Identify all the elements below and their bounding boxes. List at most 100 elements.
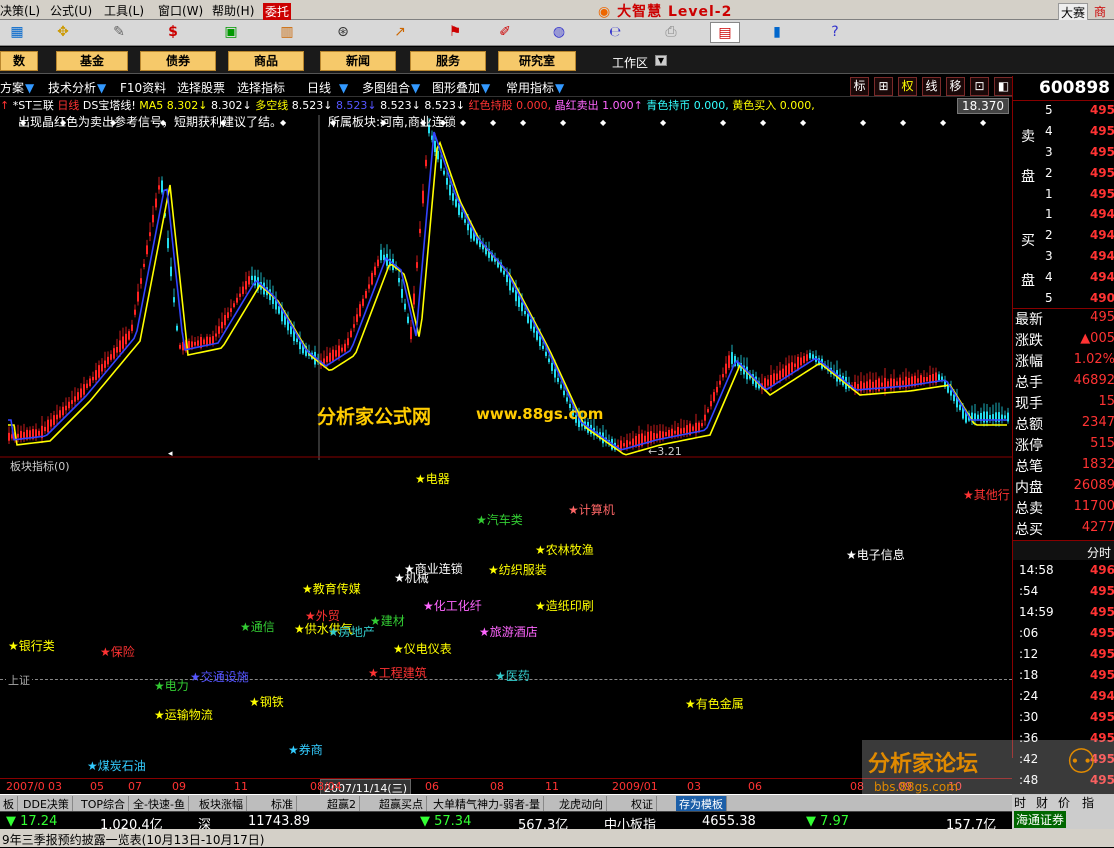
template-tab[interactable]: 权证: [628, 796, 657, 811]
side-button-time[interactable]: 时: [1014, 794, 1026, 811]
template-tab[interactable]: 超赢2: [324, 796, 360, 811]
sector-item[interactable]: ★农林牧渔: [535, 541, 594, 558]
func-multi-chart[interactable]: 多图组合▼: [362, 79, 420, 96]
books-icon[interactable]: ▮: [762, 22, 792, 43]
layout-icon[interactable]: ▤: [710, 22, 740, 43]
e-icon[interactable]: ℮: [600, 22, 630, 43]
template-tab[interactable]: 超赢买点: [376, 796, 427, 811]
side-button-finance[interactable]: 财: [1036, 794, 1048, 811]
nav-button-data[interactable]: 数: [0, 51, 38, 71]
sector-item[interactable]: ★电力: [154, 677, 189, 694]
sector-item[interactable]: ★钢铁: [249, 693, 284, 710]
view-button-rights[interactable]: 权: [898, 77, 917, 96]
sector-item[interactable]: ★银行类: [8, 637, 55, 654]
stocks-icon[interactable]: ▣: [216, 22, 246, 43]
side-button-index[interactable]: 指: [1082, 794, 1094, 811]
nav-button-fund[interactable]: 基金: [56, 51, 128, 71]
sector-item[interactable]: ★煤炭石油: [87, 757, 146, 774]
nav-button-service[interactable]: 服务: [410, 51, 486, 71]
star-icon: ★: [368, 666, 379, 680]
news-ticker-text[interactable]: 9年三季报预约披露一览表(10月13日-10月17日): [2, 831, 264, 848]
func-common-indicator[interactable]: 常用指标▼: [506, 79, 564, 96]
view-button-move[interactable]: 移: [946, 77, 965, 96]
sector-item[interactable]: ★造纸印刷: [535, 597, 594, 614]
view-button-restore[interactable]: ⊡: [970, 77, 989, 96]
sector-item[interactable]: ★纺织服装: [488, 561, 547, 578]
sector-item[interactable]: ★汽车类: [476, 511, 523, 528]
side-button-price[interactable]: 价: [1058, 794, 1070, 811]
template-tab[interactable]: DDE决策: [20, 796, 73, 811]
sector-item[interactable]: ★工程建筑: [368, 664, 427, 681]
nav-button-news[interactable]: 新闻: [320, 51, 396, 71]
menu-formula[interactable]: 公式(U): [50, 2, 92, 19]
sector-item[interactable]: ★机械: [394, 569, 429, 586]
func-select-indicator[interactable]: 选择指标: [237, 79, 285, 96]
nav-button-bond[interactable]: 债券: [140, 51, 216, 71]
sector-item[interactable]: ★其他行: [963, 486, 1010, 503]
view-button-panel[interactable]: ◧: [994, 77, 1013, 96]
help-icon[interactable]: ?: [820, 22, 850, 43]
menu-trade-commission[interactable]: 委托: [263, 3, 292, 20]
menu-tools[interactable]: 工具(L): [104, 2, 144, 19]
sector-item[interactable]: ★通信: [240, 618, 275, 635]
bars-icon[interactable]: ▥: [272, 22, 302, 43]
sector-item[interactable]: ★房地产: [328, 623, 375, 640]
index-value: ▼ 7.97: [806, 814, 850, 829]
binoculars-icon[interactable]: ⊛: [328, 22, 358, 43]
template-tab[interactable]: 全-快速-鱼: [130, 796, 189, 811]
func-daily[interactable]: 日线 ▼: [307, 79, 348, 96]
mall-link[interactable]: 商: [1094, 3, 1106, 20]
sector-item[interactable]: ★电子信息: [846, 546, 905, 563]
globe-icon[interactable]: ◍: [544, 22, 574, 43]
func-overlay[interactable]: 图形叠加▼: [432, 79, 490, 96]
chart-up-icon[interactable]: ↗: [385, 22, 415, 43]
menu-window[interactable]: 窗口(W): [158, 2, 203, 19]
func-f10[interactable]: F10资料: [120, 79, 166, 96]
sector-item[interactable]: ★运输物流: [154, 706, 213, 723]
template-tab[interactable]: 板: [0, 796, 18, 811]
sector-item[interactable]: ★电器: [415, 470, 450, 487]
template-tab[interactable]: 存为模板: [676, 796, 727, 811]
tick-row: :54 495: [1013, 581, 1114, 602]
sector-item[interactable]: ★券商: [288, 741, 323, 758]
sector-item[interactable]: ★交通设施: [190, 668, 249, 685]
workarea-dropdown-icon[interactable]: ▼: [655, 55, 667, 66]
sector-name: 教育传媒: [312, 582, 361, 596]
func-scheme[interactable]: 方案▼: [0, 79, 34, 96]
sector-item[interactable]: ★医药: [495, 667, 530, 684]
view-button-grid[interactable]: ⊞: [874, 77, 893, 96]
nav-button-commodity[interactable]: 商品: [228, 51, 304, 71]
sector-item[interactable]: ★仪电仪表: [393, 640, 452, 657]
template-tab[interactable]: TOP综合: [78, 796, 130, 811]
sector-item[interactable]: ★教育传媒: [302, 580, 361, 597]
template-tab[interactable]: 板块涨幅: [196, 796, 247, 811]
star-icon: ★: [87, 759, 98, 773]
sector-item[interactable]: ★有色金属: [685, 695, 744, 712]
view-button-line[interactable]: 线: [922, 77, 941, 96]
sell-level-row: 5 495: [1013, 100, 1114, 121]
sector-item[interactable]: ★建材: [370, 612, 405, 629]
sector-name: 建材: [380, 614, 405, 628]
func-select-stock[interactable]: 选择股票: [177, 79, 225, 96]
dollar-icon[interactable]: $: [158, 22, 188, 43]
template-tab[interactable]: 大单精气神力-弱者-量: [430, 796, 544, 811]
menu-decision[interactable]: 决策(L): [0, 2, 40, 19]
sector-item[interactable]: ★旅游酒店: [479, 623, 538, 640]
move-icon[interactable]: ✥: [48, 22, 78, 43]
pen-icon[interactable]: ✐: [490, 22, 520, 43]
print-icon[interactable]: ⎙: [656, 22, 686, 43]
template-tab[interactable]: 标准: [268, 796, 297, 811]
func-tech-analysis[interactable]: 技术分析▼: [48, 79, 106, 96]
ruler-icon[interactable]: ✎: [104, 22, 134, 43]
template-tab[interactable]: 龙虎动向: [556, 796, 607, 811]
flag-icon[interactable]: ⚑: [440, 22, 470, 43]
sell-level: 2: [1045, 166, 1053, 180]
view-button-mark[interactable]: 标: [850, 77, 869, 96]
nav-button-research[interactable]: 研究室: [498, 51, 576, 71]
sector-item[interactable]: ★化工化纤: [423, 597, 482, 614]
sector-item[interactable]: ★计算机: [568, 501, 615, 518]
menu-help[interactable]: 帮助(H): [212, 2, 254, 19]
sector-item[interactable]: ★保险: [100, 643, 135, 660]
signal-diamond-icon: ◆: [520, 118, 527, 127]
grid-icon[interactable]: ▦: [2, 22, 32, 43]
